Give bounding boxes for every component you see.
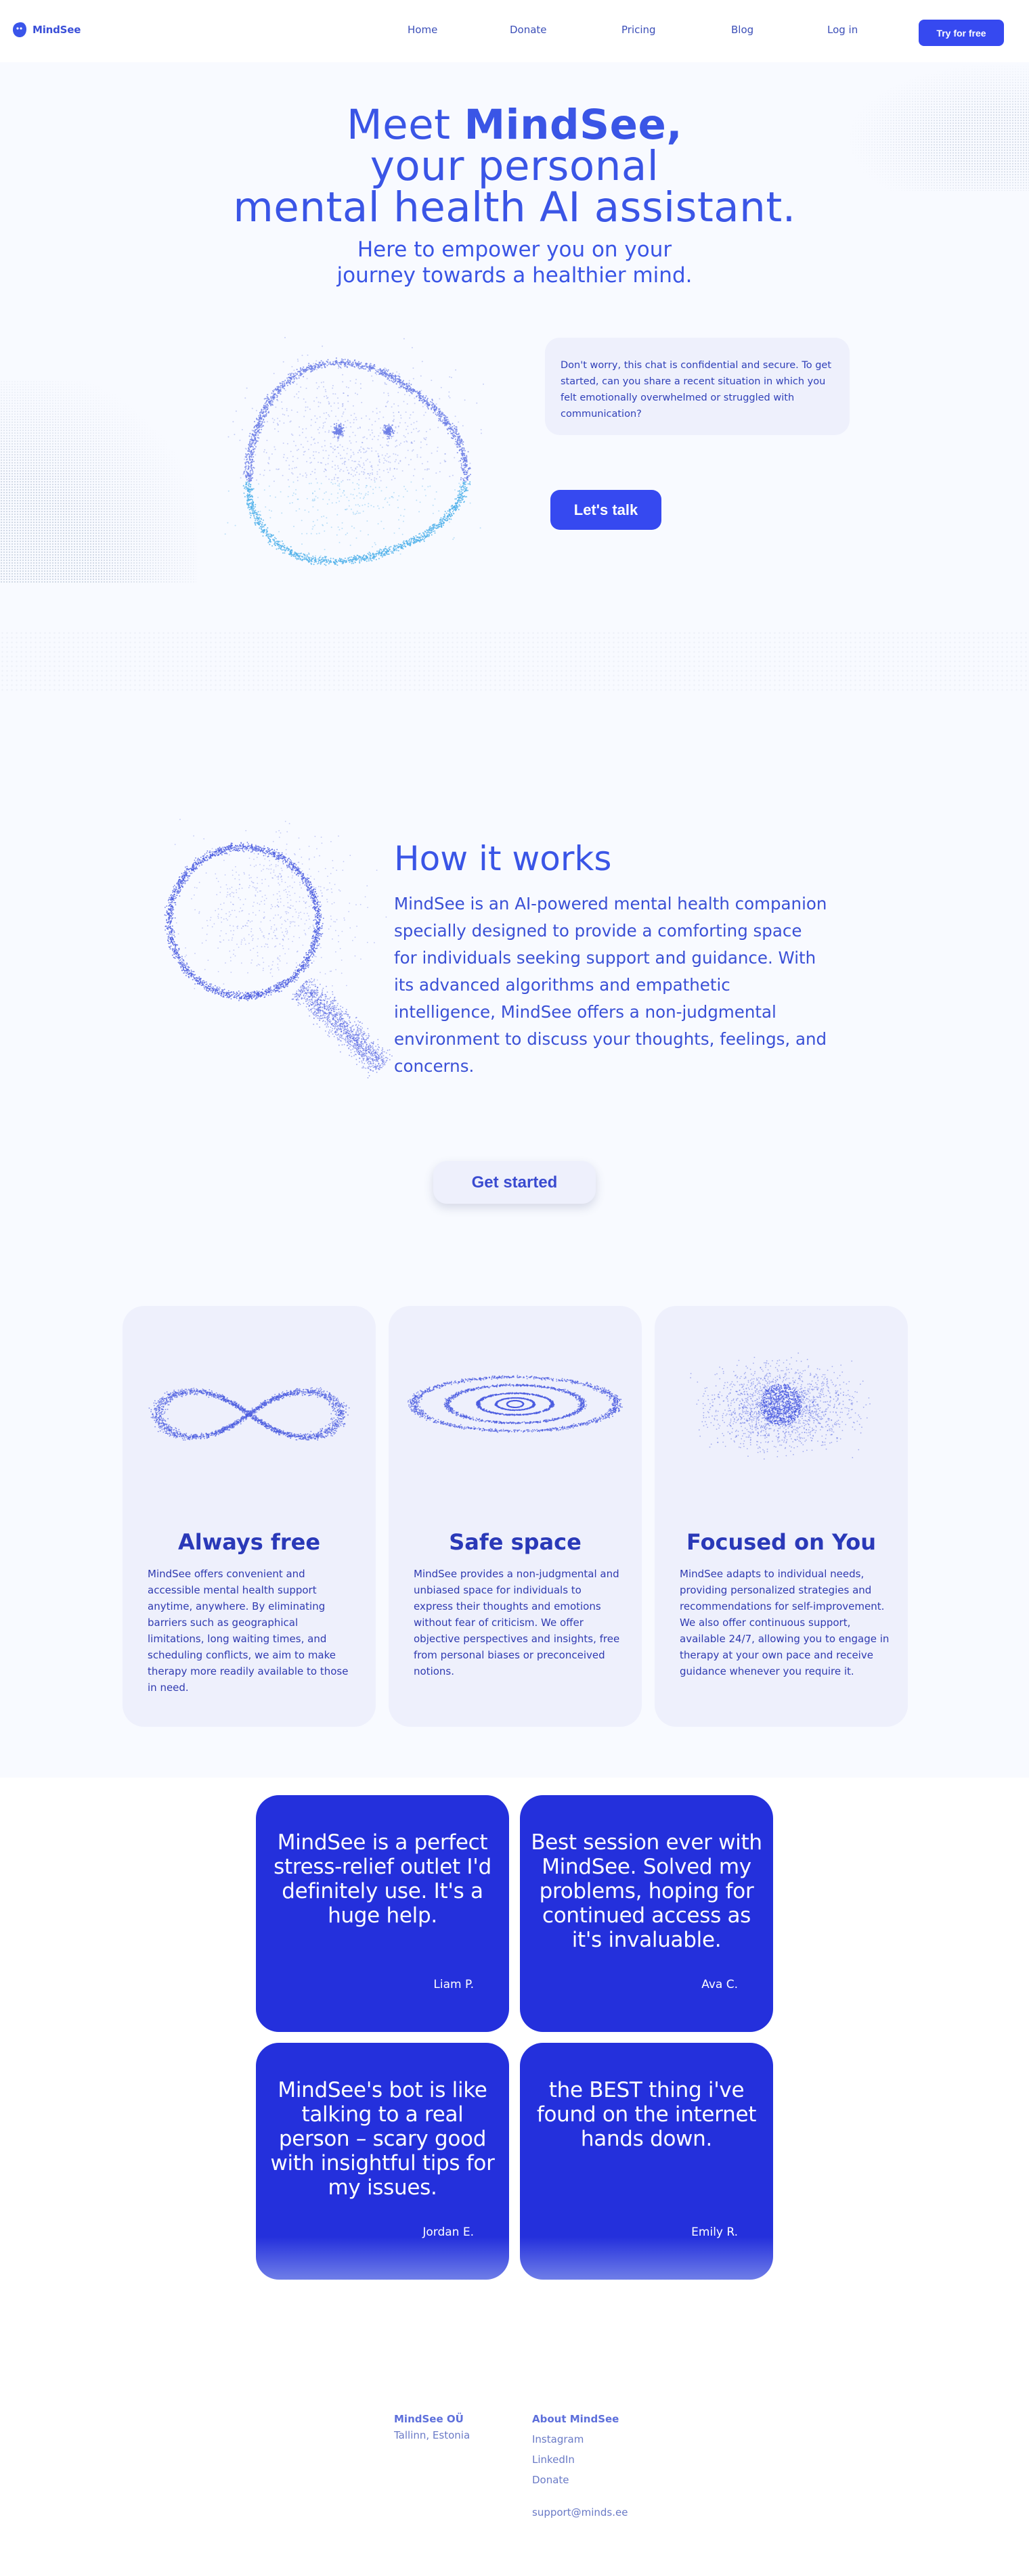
nav-link-home[interactable]: Home [408,24,437,36]
infinity-icon [148,1387,350,1441]
testimonial-author: Liam P. [433,1978,474,1991]
hero-subtitle-line1: Here to empower you on your [357,238,672,262]
feature-title: Safe space [449,1529,582,1555]
testimonial-card: MindSee's bot is like talking to a real … [256,2043,509,2280]
how-it-works-section: How it works MindSee is an AI-powered me… [0,759,1029,1778]
nav-link-blog[interactable]: Blog [731,24,753,36]
footer-link-linkedin[interactable]: LinkedIn [532,2454,628,2466]
hero-section: Meet MindSee, your personal mental healt… [0,62,1029,759]
hero-subtitle: Here to empower you on your journey towa… [0,237,1029,288]
footer-company-column: MindSee OÜ Tallinn, Estonia [394,2413,470,2441]
testimonial-quote: MindSee's bot is like talking to a real … [270,2078,495,2200]
try-for-free-button[interactable]: Try for free [919,20,1004,46]
footer-links-column: About MindSee Instagram LinkedIn Donate … [532,2413,628,2518]
nav-link-pricing[interactable]: Pricing [621,24,656,36]
dot-pattern-decoration [0,380,196,583]
feature-card-focused-on-you: Focused on You MindSee adapts to individ… [655,1306,908,1727]
feature-description: MindSee adapts to individual needs, prov… [680,1568,890,1677]
footer-company-name: MindSee OÜ [394,2413,464,2425]
focus-sphere-icon [690,1352,871,1460]
testimonial-card: the BEST thing i've found on the interne… [520,2043,773,2280]
fade-pattern-decoration [0,631,1029,692]
chat-message-bubble: Don't worry, this chat is confidential a… [545,338,850,435]
hero-subtitle-line2: journey towards a healthier mind. [336,263,693,288]
footer-about-heading[interactable]: About MindSee [532,2413,628,2425]
top-navigation: MindSee Home Donate Pricing Blog Log in … [0,0,1029,62]
feature-title: Always free [177,1529,321,1555]
testimonial-author: Emily R. [691,2225,738,2239]
testimonial-quote: MindSee is a perfect stress-relief outle… [273,1830,491,1928]
hero-title-line3: mental health AI assistant. [233,183,796,231]
footer-link-donate[interactable]: Donate [532,2474,628,2486]
brand-name: MindSee [32,24,81,36]
get-started-button[interactable]: Get started [433,1161,596,1204]
smiley-face-particle-illustration [224,336,484,566]
feature-title: Focused on You [686,1529,876,1555]
feature-card-always-free: Always free MindSee offers convenient an… [123,1306,376,1727]
testimonial-author: Ava C. [701,1978,738,1991]
testimonial-card: MindSee is a perfect stress-relief outle… [256,1795,509,2032]
ripple-icon [407,1374,623,1433]
testimonial-author: Jordan E. [422,2225,474,2239]
magnifying-glass-particle-illustration [164,819,393,1079]
hero-title: Meet MindSee, your personal mental healt… [0,104,1029,228]
mindsee-logo-icon [13,22,26,37]
feature-card-safe-space: Safe space MindSee provides a non-judgme… [389,1306,642,1727]
footer-support-email[interactable]: support@minds.ee [532,2506,628,2518]
feature-description: MindSee offers convenient and accessible… [148,1568,349,1694]
testimonial-quote: the BEST thing i've found on the interne… [536,2078,757,2151]
nav-link-login[interactable]: Log in [827,24,858,36]
testimonial-quote: Best session ever with MindSee. Solved m… [531,1830,762,1952]
footer-link-instagram[interactable]: Instagram [532,2433,628,2445]
lets-talk-button[interactable]: Let's talk [550,490,661,530]
footer: MindSee OÜ Tallinn, Estonia About MindSe… [0,2395,1029,2576]
testimonial-card: Best session ever with MindSee. Solved m… [520,1795,773,2032]
how-it-works-description: MindSee is an AI-powered mental health c… [394,894,827,1076]
feature-description: MindSee provides a non-judgmental and un… [414,1568,620,1677]
how-it-works-title: How it works [394,839,612,878]
nav-link-donate[interactable]: Donate [510,24,547,36]
footer-location: Tallinn, Estonia [394,2429,470,2441]
brand-logo[interactable]: MindSee [12,22,81,38]
